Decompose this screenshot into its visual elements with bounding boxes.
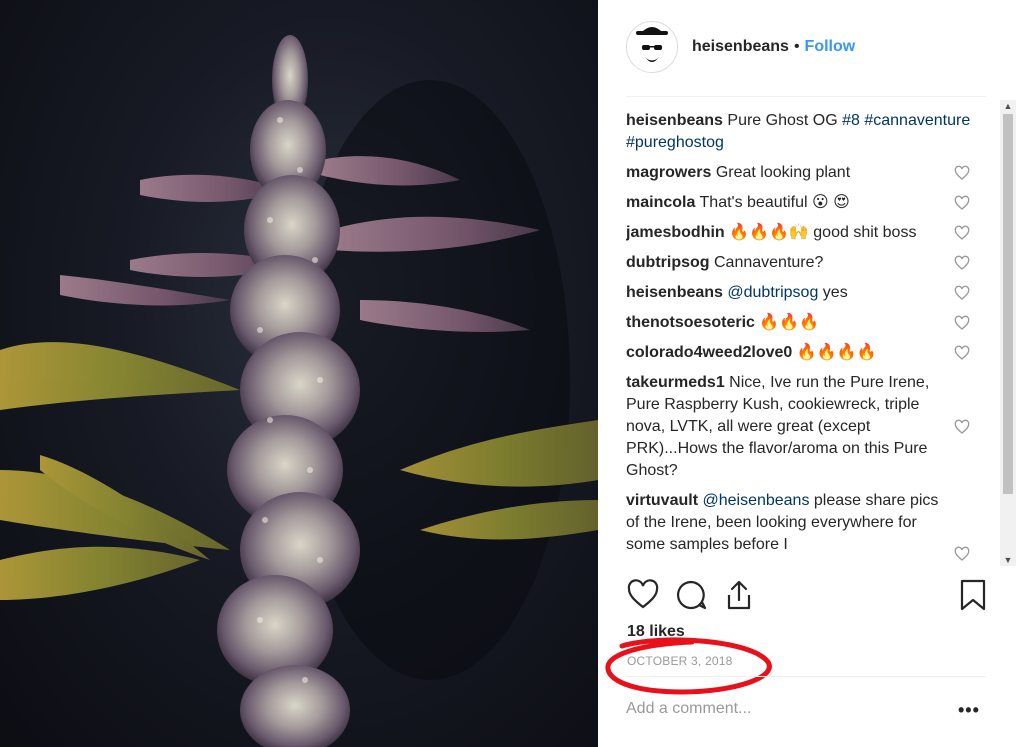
comment-icon[interactable]	[674, 578, 708, 612]
comment-username[interactable]: colorado4weed2love0	[626, 344, 792, 361]
action-bar	[626, 578, 988, 614]
comment-item: takeurmeds1 Nice, Ive run the Pure Irene…	[626, 372, 998, 482]
scroll-down-icon[interactable]: ▼	[1000, 554, 1016, 566]
comment-item: colorado4weed2love0 🔥🔥🔥🔥	[626, 342, 998, 364]
instagram-post-view: heisenbeans • Follow heisenbeans Pure Gh…	[0, 0, 1016, 747]
comments-list[interactable]: heisenbeans Pure Ghost OG #8 #cannaventu…	[626, 110, 998, 568]
comment-item: thenotsoesoteric 🔥🔥🔥	[626, 312, 998, 334]
comment-mention[interactable]: @heisenbeans	[702, 492, 809, 509]
comment-text: 🔥🔥🔥🙌 good shit boss	[729, 224, 917, 241]
post-photo[interactable]	[0, 0, 598, 747]
plant-image	[0, 35, 598, 747]
comment-text: 🔥🔥🔥🔥	[796, 344, 877, 361]
comment-text: Great looking plant	[715, 164, 851, 181]
comment-item: jamesbodhin 🔥🔥🔥🙌 good shit boss	[626, 222, 998, 244]
comment-username[interactable]: virtuvault	[626, 492, 698, 509]
comment-item: maincola That's beautiful 😮 😍	[626, 192, 998, 214]
heart-icon[interactable]	[626, 578, 660, 612]
comment-username[interactable]: thenotsoesoteric	[626, 314, 755, 331]
comment-text: yes	[818, 284, 848, 301]
comment-item: heisenbeans @dubtripsog yes	[626, 282, 998, 304]
comment-text: 🔥🔥🔥	[759, 314, 820, 331]
heart-icon[interactable]	[954, 255, 970, 271]
scroll-up-icon[interactable]: ▲	[1000, 100, 1016, 112]
comment-item: dubtripsog Cannaventure?	[626, 252, 998, 274]
red-annotation-circle	[605, 637, 772, 695]
share-icon[interactable]	[722, 578, 756, 612]
comment-username[interactable]: magrowers	[626, 164, 711, 181]
bookmark-icon[interactable]	[956, 578, 990, 612]
comment-divider	[626, 676, 986, 677]
caption-username[interactable]: heisenbeans	[626, 112, 723, 129]
comments-scrollbar[interactable]: ▲ ▼	[1000, 100, 1016, 566]
comment-username[interactable]: dubtripsog	[626, 254, 710, 271]
comment-item: magrowers Great looking plant	[626, 162, 998, 184]
scrollbar-thumb[interactable]	[1003, 114, 1013, 494]
heart-icon[interactable]	[954, 225, 970, 241]
comment-text: That's beautiful 😮 😍	[699, 194, 850, 211]
comment-username[interactable]: heisenbeans	[626, 284, 723, 301]
post-side-panel: heisenbeans • Follow heisenbeans Pure Gh…	[598, 0, 1016, 747]
caption-text: Pure Ghost OG	[727, 112, 843, 129]
separator-dot: •	[793, 38, 800, 55]
heart-icon[interactable]	[954, 285, 970, 301]
comment-username[interactable]: maincola	[626, 194, 695, 211]
heart-icon[interactable]	[954, 546, 970, 562]
heart-icon[interactable]	[954, 195, 970, 211]
heart-icon[interactable]	[954, 165, 970, 181]
follow-button[interactable]: Follow	[805, 38, 856, 56]
post-header: heisenbeans • Follow	[626, 20, 855, 74]
heart-icon[interactable]	[954, 345, 970, 361]
header-divider	[626, 96, 986, 97]
more-options-icon[interactable]: •••	[958, 700, 980, 721]
comment-username[interactable]: jamesbodhin	[626, 224, 725, 241]
heart-icon[interactable]	[954, 315, 970, 331]
comment-text: Cannaventure?	[714, 254, 824, 271]
heart-icon[interactable]	[954, 419, 970, 435]
comment-mention[interactable]: @dubtripsog	[727, 284, 818, 301]
caption: heisenbeans Pure Ghost OG #8 #cannaventu…	[626, 110, 998, 154]
comment-item: virtuvault @heisenbeans please share pic…	[626, 490, 998, 561]
comment-username[interactable]: takeurmeds1	[626, 374, 725, 391]
add-comment-input[interactable]: Add a comment...	[626, 700, 926, 718]
heisenberg-avatar-icon	[636, 27, 668, 64]
avatar[interactable]	[626, 21, 678, 73]
post-username[interactable]: heisenbeans	[692, 38, 789, 56]
